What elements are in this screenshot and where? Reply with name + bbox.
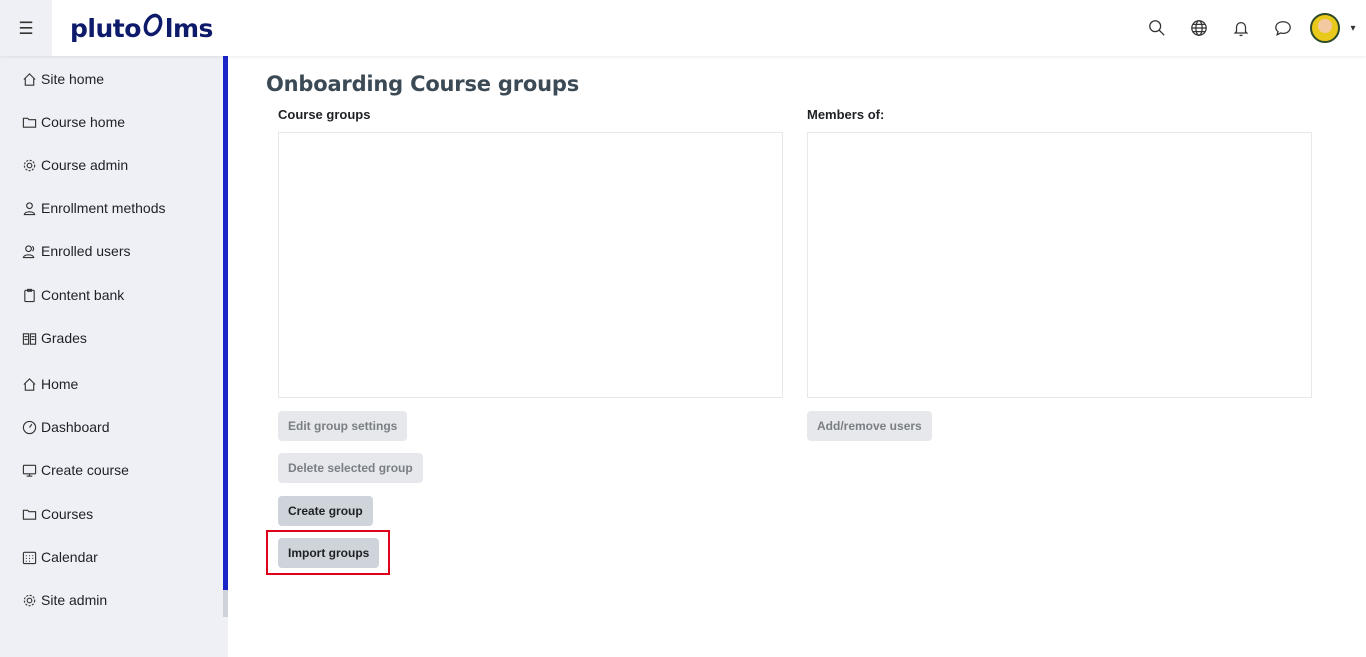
sidebar-accent-bar — [223, 56, 228, 590]
course-groups-list[interactable] — [278, 132, 783, 398]
sidebar-item-course-home[interactable]: Course home — [22, 112, 125, 132]
globe-icon — [1191, 20, 1207, 36]
sidebar-item-label: Course admin — [41, 157, 129, 173]
sidebar-item-label: Site home — [41, 71, 105, 87]
logo-suffix-text: lms — [164, 13, 214, 43]
sidebar-item-label: Content bank — [41, 287, 125, 303]
sidebar-item-label: Course home — [41, 114, 126, 130]
sidebar-item-grades[interactable]: Grades — [22, 328, 87, 348]
sidebar-item-label: Home — [41, 376, 79, 392]
course-groups-label: Course groups — [278, 107, 371, 122]
members-of-label: Members of: — [807, 107, 885, 122]
delete-selected-group-button[interactable]: Delete selected group — [278, 453, 423, 483]
site-logo[interactable]: pluto lms — [70, 10, 213, 46]
avatar-face — [1318, 19, 1332, 33]
user-menu-caret[interactable]: ▾ — [1340, 23, 1366, 34]
gear-icon — [23, 159, 36, 171]
sidebar-item-home[interactable]: Home — [22, 374, 78, 394]
sidebar-item-label: Calendar — [41, 549, 98, 565]
home-icon — [23, 72, 36, 86]
members-list[interactable] — [807, 132, 1312, 398]
sidebar-item-label: Courses — [41, 506, 94, 522]
book-icon — [22, 332, 37, 345]
sidebar-item-enrolled-users[interactable]: Enrolled users — [22, 241, 131, 261]
logo-text: pluto — [70, 13, 141, 43]
folder-icon — [22, 117, 37, 128]
search-button[interactable] — [1136, 0, 1178, 56]
users-icon — [22, 244, 35, 258]
sidebar-item-label: Dashboard — [41, 419, 110, 435]
sidebar-item-course-admin[interactable]: Course admin — [22, 155, 128, 175]
sidebar-scrollbar[interactable] — [223, 590, 228, 617]
import-groups-highlight — [266, 530, 390, 575]
create-group-button[interactable]: Create group — [278, 496, 373, 526]
notifications-button[interactable] — [1220, 0, 1262, 56]
calendar-icon — [22, 551, 37, 564]
page-title: Onboarding Course groups — [266, 72, 580, 96]
clipboard-icon — [24, 288, 35, 302]
sidebar-item-label: Enrolled users — [41, 243, 131, 259]
top-navbar: ☰ pluto lms ▾ — [0, 0, 1366, 56]
user-icon — [23, 201, 36, 215]
edit-group-settings-button[interactable]: Edit group settings — [278, 411, 408, 441]
sidebar-item-enrollment-methods[interactable]: Enrollment methods — [22, 198, 166, 218]
sidebar-item-label: Grades — [41, 330, 87, 346]
chat-icon — [1275, 21, 1291, 36]
logo-mark-icon — [142, 11, 164, 45]
sidebar-item-label: Enrollment methods — [41, 200, 166, 216]
hamburger-icon: ☰ — [18, 18, 34, 38]
navbar-actions: ▾ — [1136, 0, 1366, 56]
sidebar-item-dashboard[interactable]: Dashboard — [22, 417, 110, 437]
sidebar-item-label: Create course — [41, 462, 129, 478]
gauge-icon — [22, 420, 37, 434]
gear-icon — [23, 594, 36, 606]
sidebar-item-site-admin[interactable]: Site admin — [22, 590, 107, 610]
sidebar-item-site-home[interactable]: Site home — [22, 69, 104, 89]
bell-icon — [1233, 21, 1249, 37]
sidebar-item-content-bank[interactable]: Content bank — [22, 285, 124, 305]
add-remove-users-button[interactable]: Add/remove users — [807, 411, 932, 441]
messages-button[interactable] — [1262, 0, 1304, 56]
sidebar-item-label: Site admin — [41, 592, 108, 608]
user-avatar[interactable] — [1310, 13, 1340, 43]
menu-toggle-button[interactable]: ☰ — [0, 0, 52, 56]
sidebar-item-create-course[interactable]: Create course — [22, 460, 129, 480]
search-icon — [1149, 20, 1165, 36]
folder-icon — [22, 509, 37, 520]
language-button[interactable] — [1178, 0, 1220, 56]
home-icon — [23, 377, 36, 391]
sidebar-item-courses[interactable]: Courses — [22, 504, 93, 524]
monitor-icon — [22, 464, 37, 477]
sidebar-item-calendar[interactable]: Calendar — [22, 547, 98, 567]
